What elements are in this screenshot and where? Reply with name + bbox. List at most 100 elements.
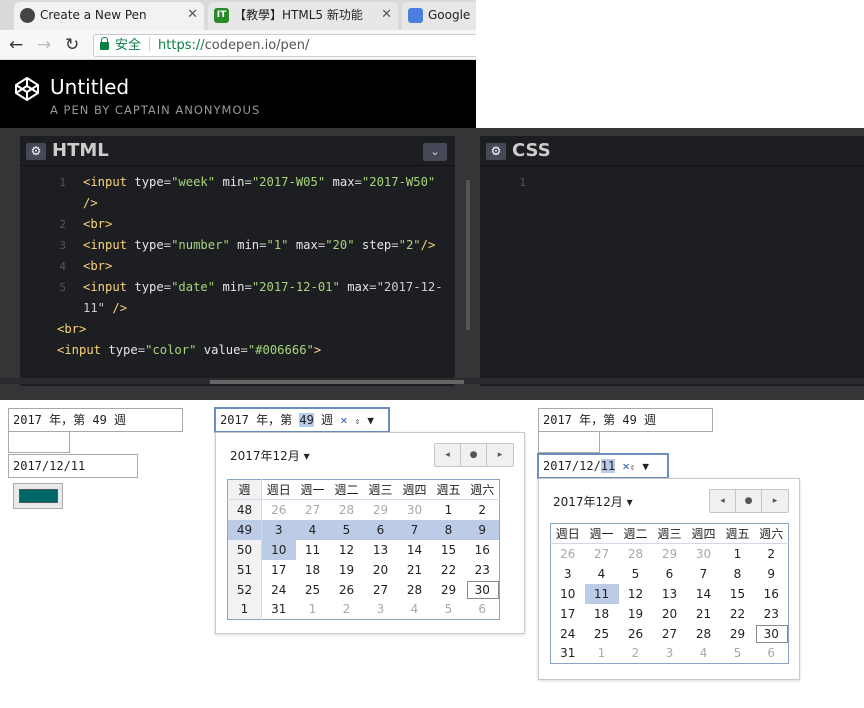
- calendar-week-row[interactable]: 31 1 2 3 4 5 6: [551, 644, 789, 664]
- day-cell[interactable]: 12: [330, 540, 364, 560]
- day-cell[interactable]: 11: [296, 540, 330, 560]
- day-cell[interactable]: 19: [619, 604, 653, 624]
- day-cell[interactable]: 24: [551, 624, 585, 644]
- tab-create-pen[interactable]: Create a New Pen ✕: [14, 2, 204, 30]
- day-cell[interactable]: 20: [653, 604, 687, 624]
- day-cell[interactable]: 23: [466, 560, 500, 580]
- calendar-week-row[interactable]: 50 10 11 12 13 14 15 16: [227, 539, 500, 560]
- horizontal-scrollbar[interactable]: [210, 380, 464, 384]
- today-icon[interactable]: ●: [736, 490, 762, 512]
- prev-month-icon[interactable]: ◂: [710, 490, 736, 512]
- day-cell[interactable]: 14: [398, 540, 432, 560]
- day-cell[interactable]: 13: [364, 540, 398, 560]
- calendar-week-row[interactable]: 51 17 18 19 20 21 22 23: [227, 559, 500, 580]
- reload-icon[interactable]: ↻: [65, 35, 79, 55]
- day-cell[interactable]: 30: [398, 500, 432, 520]
- day-cell[interactable]: 27: [364, 580, 398, 600]
- spinner-icon[interactable]: ⇕: [355, 417, 360, 427]
- day-cell[interactable]: 29: [721, 624, 755, 644]
- css-code-editor[interactable]: 1: [480, 172, 864, 193]
- next-month-icon[interactable]: ▸: [487, 444, 513, 466]
- day-cell[interactable]: 27: [296, 500, 330, 520]
- day-cell[interactable]: 8: [721, 564, 755, 584]
- day-cell[interactable]: 30: [466, 580, 500, 600]
- forward-arrow-icon[interactable]: →: [37, 35, 51, 55]
- day-cell[interactable]: 5: [721, 644, 755, 664]
- clear-icon[interactable]: ✕: [340, 413, 347, 427]
- day-cell[interactable]: 4: [585, 564, 619, 584]
- tab-google[interactable]: Google: [402, 2, 476, 30]
- day-cell[interactable]: 26: [262, 500, 296, 520]
- day-cell[interactable]: 17: [551, 604, 585, 624]
- week-input-focused[interactable]: 2017 年，第 49 週 ✕ ⇕ ▼: [215, 408, 389, 432]
- calendar-week-row[interactable]: 10 11 12 13 14 15 16: [551, 583, 789, 604]
- week-input-right[interactable]: 2017 年，第 49 週: [538, 408, 713, 432]
- day-cell[interactable]: 4: [295, 519, 330, 540]
- close-icon[interactable]: ✕: [381, 2, 392, 28]
- week-input[interactable]: 2017 年，第 49 週: [8, 408, 183, 432]
- day-cell[interactable]: 31: [262, 600, 296, 620]
- month-selector[interactable]: 2017年12月 ▾: [553, 493, 633, 510]
- spinner-icon[interactable]: ⇕: [630, 463, 635, 473]
- week-number-cell[interactable]: 48: [227, 499, 262, 520]
- calendar-week-row[interactable]: 1 31 1 2 3 4 5 6: [227, 599, 500, 620]
- gear-icon[interactable]: ⚙: [26, 143, 46, 160]
- day-cell[interactable]: 1: [296, 600, 330, 620]
- day-cell[interactable]: 27: [585, 544, 619, 564]
- back-arrow-icon[interactable]: ←: [9, 35, 23, 55]
- week-number-cell[interactable]: 51: [227, 559, 262, 580]
- day-cell[interactable]: 13: [653, 584, 687, 604]
- date-day-segment[interactable]: 11: [600, 459, 616, 473]
- day-cell[interactable]: 23: [755, 604, 789, 624]
- day-cell[interactable]: 1: [721, 544, 755, 564]
- calendar-week-row[interactable]: 52 24 25 26 27 28 29 30: [227, 579, 500, 600]
- week-number-cell[interactable]: 49: [227, 519, 262, 540]
- day-cell[interactable]: 30: [687, 544, 721, 564]
- day-cell[interactable]: 25: [296, 580, 330, 600]
- day-cell[interactable]: 9: [755, 564, 789, 584]
- next-month-icon[interactable]: ▸: [762, 490, 788, 512]
- day-cell[interactable]: 1: [585, 644, 619, 664]
- date-input[interactable]: 2017/12/11: [8, 454, 138, 478]
- day-cell[interactable]: 2: [755, 544, 789, 564]
- close-icon[interactable]: ✕: [187, 2, 198, 28]
- day-cell[interactable]: 27: [653, 624, 687, 644]
- day-cell[interactable]: 28: [330, 500, 364, 520]
- dropdown-arrow-icon[interactable]: ▼: [642, 460, 649, 473]
- day-cell[interactable]: 16: [755, 584, 789, 604]
- day-cell[interactable]: 22: [721, 604, 755, 624]
- day-cell[interactable]: 4: [687, 644, 721, 664]
- dropdown-arrow-icon[interactable]: ▼: [367, 414, 374, 427]
- chevron-down-icon[interactable]: ⌄: [423, 143, 447, 161]
- day-cell[interactable]: 3: [261, 519, 296, 540]
- day-cell[interactable]: 5: [432, 600, 466, 620]
- day-cell[interactable]: 11: [584, 583, 619, 604]
- day-cell[interactable]: 20: [364, 560, 398, 580]
- day-cell[interactable]: 19: [330, 560, 364, 580]
- day-cell[interactable]: 17: [262, 560, 296, 580]
- week-number-cell[interactable]: 50: [227, 539, 262, 560]
- day-cell[interactable]: 26: [619, 624, 653, 644]
- day-cell[interactable]: 15: [721, 584, 755, 604]
- calendar-week-row[interactable]: 3456789: [551, 564, 789, 584]
- day-cell[interactable]: 16: [466, 540, 500, 560]
- day-cell[interactable]: 5: [619, 564, 653, 584]
- day-cell[interactable]: 18: [296, 560, 330, 580]
- day-cell[interactable]: 18: [585, 604, 619, 624]
- day-cell[interactable]: 6: [755, 644, 789, 664]
- day-cell[interactable]: 1: [432, 500, 466, 520]
- day-cell[interactable]: 9: [465, 519, 500, 540]
- day-cell[interactable]: 14: [687, 584, 721, 604]
- day-cell[interactable]: 26: [551, 544, 585, 564]
- day-cell[interactable]: 4: [398, 600, 432, 620]
- day-cell[interactable]: 10: [261, 539, 296, 560]
- day-cell[interactable]: 28: [398, 580, 432, 600]
- day-cell[interactable]: 5: [329, 519, 364, 540]
- day-cell[interactable]: 29: [364, 500, 398, 520]
- clear-icon[interactable]: ✕: [622, 459, 629, 473]
- day-cell[interactable]: 2: [330, 600, 364, 620]
- codepen-logo-icon[interactable]: [14, 76, 40, 102]
- day-cell[interactable]: 7: [687, 564, 721, 584]
- day-cell[interactable]: 21: [398, 560, 432, 580]
- vertical-scrollbar[interactable]: [466, 180, 470, 330]
